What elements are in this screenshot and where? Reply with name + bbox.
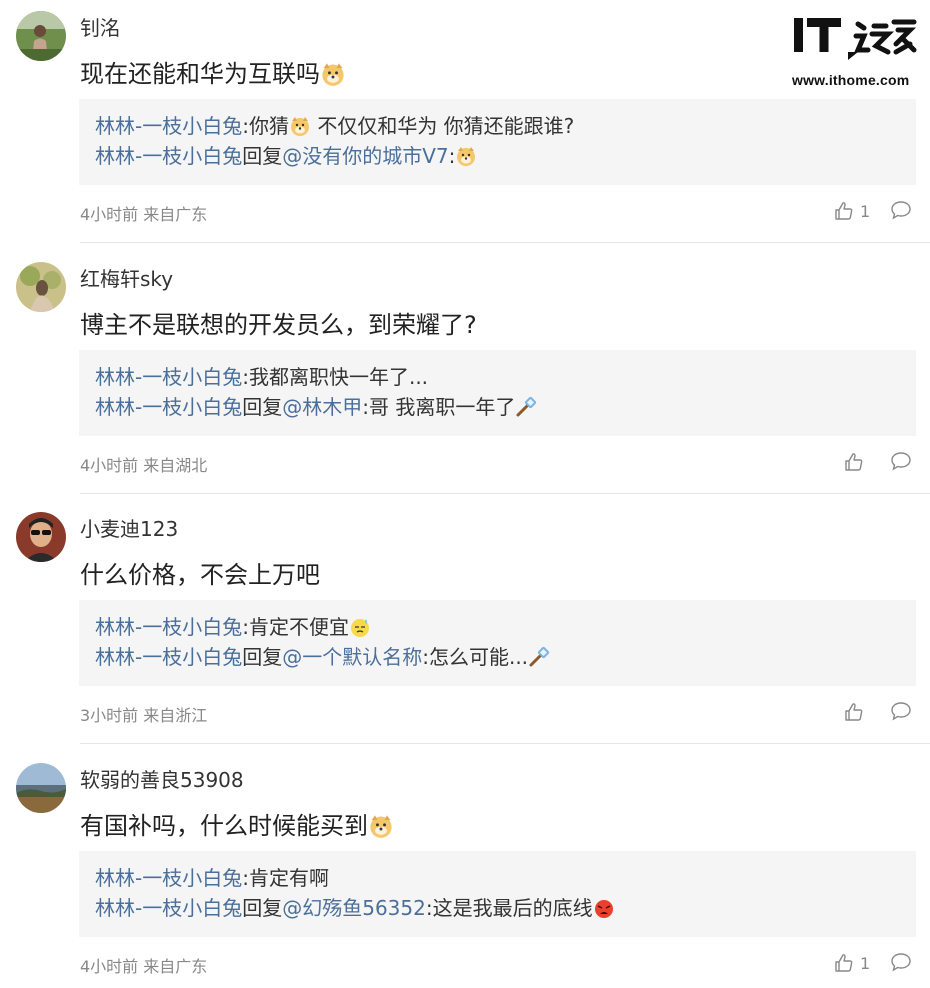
chat-bubble-icon (891, 452, 911, 471)
comment-item: 软弱的善良53908 有国补吗，什么时候能买到 林林-一枝小白兔:肯定有啊 林林… (0, 752, 930, 988)
comment-meta: 4小时前 来自广东 (80, 957, 208, 976)
reply-author-link[interactable]: 林林-一枝小白兔 (95, 395, 242, 419)
reply-box: 林林-一枝小白兔:肯定不便宜 林林-一枝小白兔回复@一个默认名称:怎么可能... (79, 600, 916, 686)
avatar[interactable] (16, 512, 66, 562)
reply-item: 林林-一枝小白兔回复@幻殇鱼56352:这是我最后的底线 (95, 893, 916, 923)
reply-button[interactable] (890, 952, 912, 972)
doge-emoji-icon (320, 61, 346, 87)
comment-item: 红梅轩sky 博主不是联想的开发员么，到荣耀了? 林林-一枝小白兔:我都离职快一… (0, 251, 930, 501)
reply-box: 林林-一枝小白兔:我都离职快一年了... 林林-一枝小白兔回复@林木甲:哥 我离… (79, 350, 916, 436)
divider (80, 493, 930, 494)
reply-text: 不仅仅和华为 你猜还能跟谁? (310, 114, 575, 138)
reply-item: 林林-一枝小白兔回复@一个默认名称:怎么可能... (95, 642, 916, 672)
reply-text: :你猜 (242, 114, 289, 138)
reply-text: :肯定不便宜 (242, 615, 349, 639)
thumbs-up-icon (835, 954, 853, 972)
doge-emoji-icon (289, 115, 311, 137)
reply-author-link[interactable]: 林林-一枝小白兔 (95, 114, 242, 138)
avatar[interactable] (16, 262, 66, 312)
reply-text: :肯定有啊 (242, 866, 329, 890)
reply-box: 林林-一枝小白兔:肯定有啊 林林-一枝小白兔回复@幻殇鱼56352:这是我最后的… (79, 851, 916, 937)
reply-text: :哥 我离职一年了 (362, 395, 516, 419)
reply-author-link[interactable]: 林林-一枝小白兔 (95, 896, 242, 920)
divider (80, 743, 930, 744)
comment-text-body: 有国补吗，什么时候能买到 (80, 812, 368, 840)
chat-bubble-icon (891, 953, 911, 972)
doge-emoji-icon (455, 145, 477, 167)
reply-item: 林林-一枝小白兔回复@林木甲:哥 我离职一年了 (95, 392, 916, 422)
like-button[interactable] (844, 451, 870, 473)
avatar[interactable] (16, 11, 66, 61)
mention-link[interactable]: @林木甲 (282, 395, 362, 419)
comment-meta: 3小时前 来自浙江 (80, 706, 208, 725)
like-button[interactable]: 1 (834, 200, 870, 222)
mention-link[interactable]: @没有你的城市V7 (282, 144, 448, 168)
reply-author-link[interactable]: 林林-一枝小白兔 (95, 866, 242, 890)
username[interactable]: 红梅轩sky (80, 263, 173, 292)
divider (80, 242, 930, 243)
thumbs-up-icon (845, 453, 863, 471)
reply-item: 林林-一枝小白兔:肯定有啊 (95, 863, 916, 893)
reply-box: 林林-一枝小白兔:你猜 不仅仅和华为 你猜还能跟谁? 林林-一枝小白兔回复@没有… (79, 99, 916, 185)
comment-text-body: 现在还能和华为互联吗 (80, 60, 320, 88)
reply-text: :我都离职快一年了... (242, 365, 429, 389)
mention-link[interactable]: @幻殇鱼56352 (282, 896, 426, 920)
reply-text: :这是我最后的底线 (425, 896, 593, 920)
thumbs-up-icon (845, 703, 863, 721)
username[interactable]: 小麦迪123 (80, 513, 178, 542)
reply-button[interactable] (890, 200, 912, 220)
mention-link[interactable]: @一个默认名称 (282, 645, 422, 669)
like-button[interactable] (844, 701, 870, 723)
comment-text: 什么价格，不会上万吧 (80, 561, 320, 589)
reply-text: 回复 (242, 395, 283, 419)
comment-item: 钊洺 现在还能和华为互联吗 林林-一枝小白兔:你猜 不仅仅和华为 你猜还能跟谁?… (0, 0, 930, 250)
thumbs-up-icon (835, 202, 853, 220)
comment-text: 有国补吗，什么时候能买到 (80, 806, 394, 841)
reply-item: 林林-一枝小白兔回复@没有你的城市V7: (95, 141, 916, 171)
reply-author-link[interactable]: 林林-一枝小白兔 (95, 365, 242, 389)
avatar[interactable] (16, 763, 66, 813)
reply-text: 回复 (242, 645, 283, 669)
reply-item: 林林-一枝小白兔:我都离职快一年了... (95, 362, 916, 392)
angry-emoji-icon (593, 897, 615, 919)
username[interactable]: 钊洺 (80, 12, 120, 41)
comment-item: 小麦迪123 什么价格，不会上万吧 林林-一枝小白兔:肯定不便宜 林林-一枝小白… (0, 501, 930, 751)
reply-text: :怎么可能... (422, 645, 529, 669)
comment-text: 博主不是联想的开发员么，到荣耀了? (80, 311, 477, 339)
reply-button[interactable] (890, 451, 912, 471)
reply-author-link[interactable]: 林林-一枝小白兔 (95, 645, 242, 669)
reply-text: 回复 (242, 144, 283, 168)
comment-meta: 4小时前 来自湖北 (80, 456, 208, 475)
reply-author-link[interactable]: 林林-一枝小白兔 (95, 615, 242, 639)
sweat-emoji-icon (349, 616, 371, 638)
comment-text: 现在还能和华为互联吗 (80, 54, 346, 89)
reply-text: 回复 (242, 896, 283, 920)
reply-item: 林林-一枝小白兔:你猜 不仅仅和华为 你猜还能跟谁? (95, 111, 916, 141)
like-count: 1 (860, 953, 871, 973)
reply-text: : (448, 144, 456, 168)
chat-bubble-icon (891, 702, 911, 721)
hammer-emoji-icon (528, 646, 550, 668)
doge-emoji-icon (368, 813, 394, 839)
like-count: 1 (860, 201, 871, 221)
reply-item: 林林-一枝小白兔:肯定不便宜 (95, 612, 916, 642)
hammer-emoji-icon (515, 396, 537, 418)
like-button[interactable]: 1 (834, 952, 870, 974)
comment-meta: 4小时前 来自广东 (80, 205, 208, 224)
chat-bubble-icon (891, 201, 911, 220)
reply-button[interactable] (890, 701, 912, 721)
username[interactable]: 软弱的善良53908 (80, 764, 244, 793)
reply-author-link[interactable]: 林林-一枝小白兔 (95, 144, 242, 168)
